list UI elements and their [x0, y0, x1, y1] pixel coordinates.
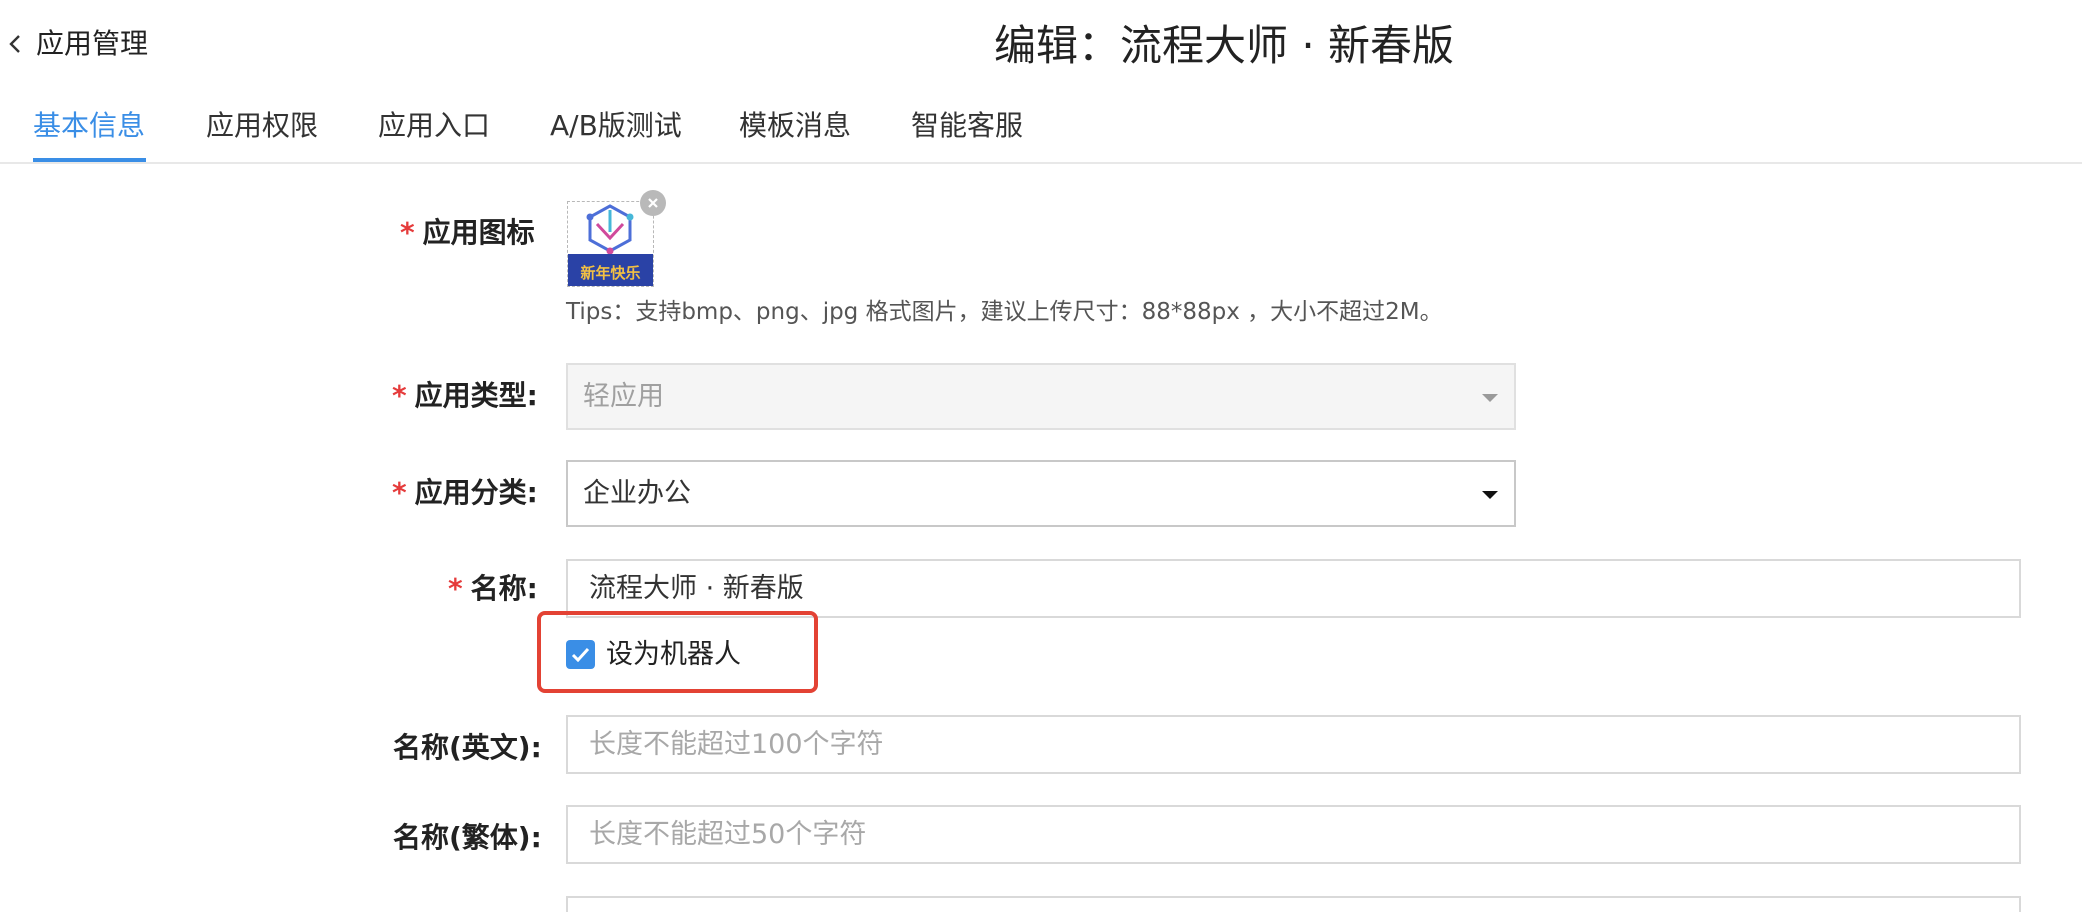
- app-logo-text: 新年快乐: [580, 264, 641, 282]
- remove-icon-button[interactable]: [640, 190, 666, 216]
- page-title: 编辑：流程大师 · 新春版: [994, 21, 1455, 70]
- active-tab-indicator: [33, 158, 146, 162]
- next-field-input[interactable]: [566, 896, 2021, 912]
- upload-tips: Tips：支持bmp、png、jpg 格式图片，建议上传尺寸：88*88px ，…: [566, 299, 1443, 325]
- close-icon: [648, 198, 658, 208]
- tab-ab-test[interactable]: A/B版测试: [550, 108, 682, 144]
- tab-app-entry[interactable]: 应用入口: [378, 108, 490, 144]
- name-tw-input[interactable]: 长度不能超过50个字符: [566, 805, 2021, 864]
- robot-checkbox-label[interactable]: 设为机器人: [606, 637, 741, 673]
- tab-bar: 基本信息 应用权限 应用入口 A/B版测试 模板消息 智能客服: [0, 98, 2082, 164]
- name-tw-label: 名称(繁体):: [393, 821, 542, 854]
- back-label: 应用管理: [36, 27, 149, 60]
- app-category-label: * 应用分类:: [392, 476, 538, 509]
- back-button[interactable]: 应用管理: [8, 24, 148, 64]
- app-icon-label: * 应用图标: [400, 216, 535, 249]
- tab-app-permissions[interactable]: 应用权限: [206, 108, 318, 144]
- chevron-left-icon: [8, 24, 36, 64]
- tab-template-messages[interactable]: 模板消息: [739, 108, 851, 144]
- app-category-select[interactable]: 企业办公: [566, 460, 1516, 527]
- tab-basic-info[interactable]: 基本信息: [33, 108, 145, 144]
- caret-down-icon: [1482, 491, 1498, 499]
- robot-checkbox[interactable]: [566, 640, 595, 669]
- name-en-label: 名称(英文):: [393, 731, 542, 764]
- app-category-value: 企业办公: [583, 478, 691, 509]
- required-mark: *: [400, 216, 415, 249]
- app-logo-icon: [586, 204, 634, 255]
- name-label: * 名称:: [448, 572, 538, 605]
- tab-smart-service[interactable]: 智能客服: [911, 108, 1023, 144]
- app-type-value: 轻应用: [583, 381, 664, 412]
- caret-down-icon: [1482, 394, 1498, 402]
- checkmark-icon: [571, 647, 590, 662]
- app-icon-upload[interactable]: 新年快乐: [567, 201, 654, 287]
- name-en-input[interactable]: 长度不能超过100个字符: [566, 715, 2021, 774]
- app-type-select[interactable]: 轻应用: [566, 363, 1516, 430]
- app-type-label: * 应用类型:: [392, 379, 538, 412]
- name-input[interactable]: 流程大师 · 新春版: [566, 559, 2021, 618]
